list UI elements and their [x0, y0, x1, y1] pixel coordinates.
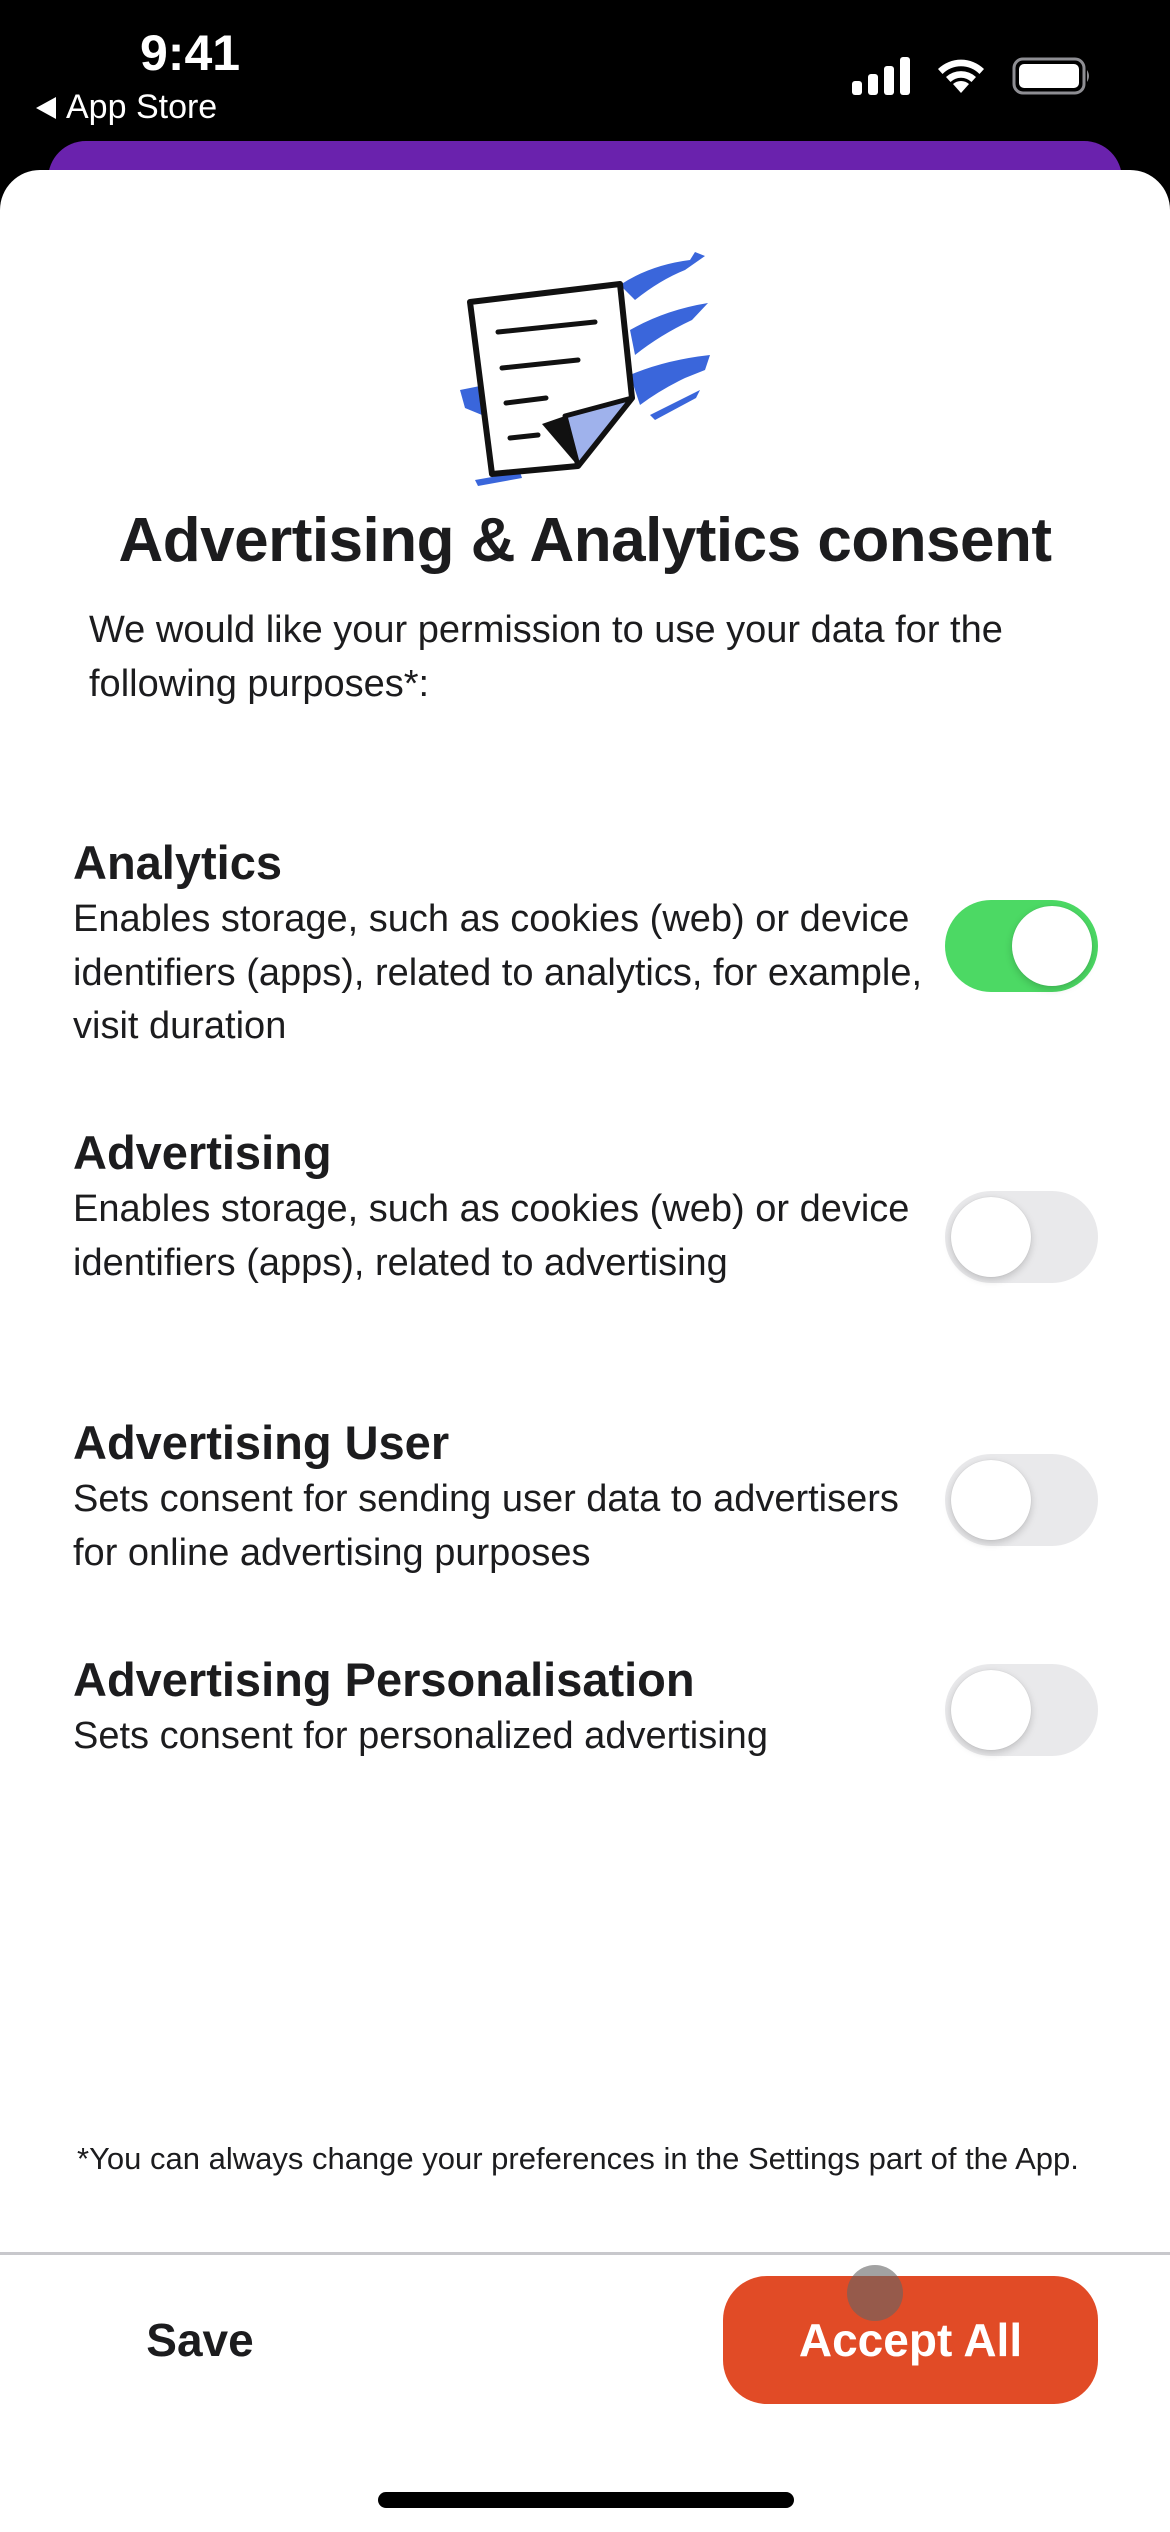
accept-all-button[interactable]: Accept All	[723, 2276, 1098, 2404]
purpose-description: Sets consent for sending user data to ad…	[73, 1478, 899, 1574]
footer-divider	[0, 2252, 1170, 2255]
analytics-toggle[interactable]	[945, 900, 1098, 992]
purpose-description: Enables storage, such as cookies (web) o…	[73, 1188, 910, 1284]
purpose-title: Analytics	[73, 836, 282, 889]
status-icons	[852, 56, 1092, 96]
dialog-title: Advertising & Analytics consent	[118, 506, 1052, 575]
purpose-description: Sets consent for personalized advertisin…	[73, 1715, 768, 1757]
status-bar: 9:41 App Store	[0, 0, 1170, 140]
cellular-signal-icon	[852, 57, 910, 95]
purpose-description: Enables storage, such as cookies (web) o…	[73, 898, 923, 1047]
toggle-knob	[951, 1670, 1031, 1750]
battery-icon	[1012, 56, 1092, 96]
wifi-icon	[936, 57, 986, 95]
purpose-title: Advertising User	[73, 1416, 450, 1469]
settings-footnote: *You can always change your preferences …	[77, 2141, 1079, 2176]
save-button[interactable]: Save	[110, 2300, 290, 2380]
document-icon	[460, 240, 720, 490]
back-to-app-store-link[interactable]: App Store	[36, 88, 217, 127]
advertising-user-toggle[interactable]	[945, 1454, 1098, 1546]
dialog-intro: We would like your permission to use you…	[89, 609, 1003, 705]
back-link-label: App Store	[66, 88, 218, 126]
back-arrow-icon	[36, 96, 56, 119]
status-time: 9:41	[140, 25, 241, 81]
toggle-knob	[951, 1197, 1031, 1277]
advertising-toggle[interactable]	[945, 1191, 1098, 1283]
purpose-title: Advertising	[73, 1126, 332, 1179]
touch-indicator	[847, 2265, 903, 2321]
advertising-personalisation-toggle[interactable]	[945, 1664, 1098, 1756]
toggle-knob	[951, 1460, 1031, 1540]
home-indicator[interactable]	[378, 2492, 794, 2508]
toggle-knob	[1012, 906, 1092, 986]
